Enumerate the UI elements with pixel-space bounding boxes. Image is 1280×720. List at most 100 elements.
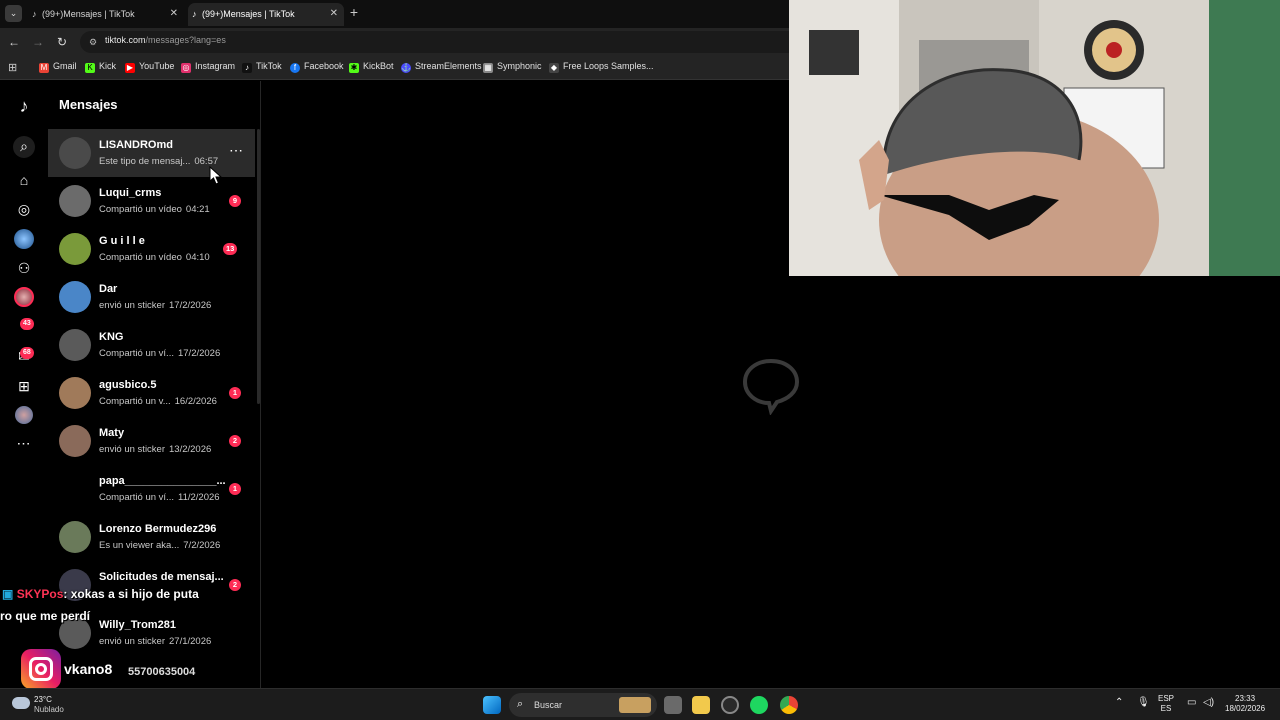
- kick-icon: K: [85, 63, 95, 73]
- clock[interactable]: 23:33 18/02/2026: [1225, 694, 1265, 714]
- webcam-overlay: [789, 0, 1280, 276]
- cloud-weather-icon[interactable]: [12, 697, 30, 709]
- search-icon: ⌕: [517, 698, 524, 710]
- site-info-icon[interactable]: ⚙: [87, 36, 99, 48]
- microphone-icon[interactable]: 🎙: [1137, 698, 1150, 708]
- conversation-time: 16/2/2026: [174, 396, 217, 407]
- conversation-preview: Compartió un v... 16/2/2026: [99, 396, 217, 407]
- url-text: tiktok.com/messages?lang=es: [105, 35, 226, 45]
- bookmark-youtube[interactable]: ▶ YouTube: [125, 61, 174, 73]
- conversation-item[interactable]: Solicitudes de mensaj... 2: [48, 561, 255, 609]
- chat-badge-icon: ▣: [2, 587, 14, 601]
- conversation-preview: Este tipo de mensaj... 06:57: [99, 156, 219, 167]
- language-indicator[interactable]: ESP ES: [1158, 694, 1174, 714]
- conversation-time: 17/2/2026: [169, 300, 212, 311]
- bookmark-instagram[interactable]: ◎ Instagram: [181, 61, 235, 73]
- home-icon[interactable]: ⌂: [14, 170, 34, 190]
- tab-title: (99+)Mensajes | TikTok: [202, 9, 295, 19]
- live-avatar-icon[interactable]: [14, 229, 34, 249]
- conversation-preview: Compartió un vídeo 04:21: [99, 204, 210, 215]
- conversation-item[interactable]: Dar envió un sticker 17/2/2026: [48, 273, 255, 321]
- conversation-time: 27/1/2026: [169, 636, 212, 647]
- file-explorer-icon[interactable]: [692, 696, 710, 714]
- conversation-name: G u i l l e: [99, 235, 145, 247]
- tiktok-icon: ♪: [242, 63, 252, 73]
- bookmark-gmail[interactable]: M Gmail: [39, 61, 77, 73]
- conversation-item[interactable]: agusbico.5 Compartió un v... 16/2/2026 1: [48, 369, 255, 417]
- weather-description: Nublado: [34, 705, 64, 714]
- conversation-preview: Es un viewer aka... 7/2/2026: [99, 540, 221, 551]
- back-icon[interactable]: ←: [6, 34, 22, 50]
- profile-avatar-icon[interactable]: [15, 406, 33, 424]
- spotify-icon[interactable]: [750, 696, 768, 714]
- apps-grid-icon[interactable]: ⊞: [8, 61, 17, 74]
- unread-count-badge: 2: [229, 435, 241, 447]
- conversation-preview: Compartió un ví... 11/2/2026: [99, 492, 220, 503]
- activity-badge: 43: [20, 318, 34, 330]
- volume-icon[interactable]: ◁): [1203, 698, 1214, 708]
- avatar: [59, 377, 91, 409]
- webcam-feed-image: [789, 0, 1280, 276]
- task-view-icon[interactable]: [664, 696, 682, 714]
- reload-icon[interactable]: ↻: [54, 34, 70, 50]
- new-tab-button[interactable]: +: [346, 4, 362, 20]
- chat-overlay-line-2: ro que me perdí: [0, 609, 91, 623]
- unread-count-badge: 2: [229, 579, 241, 591]
- forward-icon[interactable]: →: [30, 34, 46, 50]
- conversation-time: 04:10: [185, 252, 210, 263]
- tab-list-button[interactable]: ⌄: [5, 5, 22, 22]
- conversation-item[interactable]: Luqui_crms Compartió un vídeo 04:21 9: [48, 177, 255, 225]
- conversation-item[interactable]: LISANDROmd Este tipo de mensaj... 06:57 ⋯: [48, 129, 255, 177]
- tab-messages-2[interactable]: ♪ (99+)Mensajes | TikTok ✕: [188, 3, 344, 26]
- bookmark-freeloops[interactable]: ◆ Free Loops Samples...: [549, 61, 654, 73]
- unread-count-badge: 1: [229, 483, 241, 495]
- conversation-name: agusbico.5: [99, 379, 157, 391]
- conversation-preview: envió un sticker 27/1/2026: [99, 636, 212, 647]
- unread-count-badge: 1: [229, 387, 241, 399]
- conversation-item[interactable]: G u i l l e Compartió un vídeo 04:10 13: [48, 225, 255, 273]
- close-tab-icon[interactable]: ✕: [330, 3, 338, 25]
- conversation-name: Maty: [99, 427, 125, 439]
- search-icon[interactable]: ⌕: [13, 136, 35, 158]
- tiktok-favicon-icon: ♪: [192, 9, 197, 19]
- conversation-preview: Compartió un ví... 17/2/2026: [99, 348, 221, 359]
- conversation-time: 7/2/2026: [183, 540, 221, 551]
- network-icon[interactable]: ▭: [1187, 698, 1196, 708]
- bookmark-kick[interactable]: K Kick: [85, 61, 116, 73]
- tab-messages-1[interactable]: ♪ (99+)Mensajes | TikTok ✕: [28, 3, 184, 26]
- chrome-icon[interactable]: [780, 696, 798, 714]
- bookmark-tiktok[interactable]: ♪ TikTok: [242, 61, 282, 73]
- tray-expand-icon[interactable]: ⌃: [1115, 698, 1123, 708]
- following-icon[interactable]: ⚇: [14, 258, 34, 278]
- facebook-icon: f: [290, 63, 300, 73]
- tab-title: (99+)Mensajes | TikTok: [42, 9, 135, 19]
- conversation-preview: Compartió un vídeo 04:10: [99, 252, 210, 263]
- bookmark-facebook[interactable]: f Facebook: [290, 61, 344, 73]
- conversation-scrollbar[interactable]: [257, 129, 260, 404]
- app-icon[interactable]: [721, 696, 739, 714]
- conversation-name: Solicitudes de mensaj...: [99, 571, 224, 583]
- overlay-phone-text: 55700635004: [128, 666, 196, 678]
- explore-icon[interactable]: ◎: [14, 199, 34, 219]
- bookmark-kickbot[interactable]: ✱ KickBot: [349, 61, 394, 73]
- taskbar-search[interactable]: ⌕ Buscar: [509, 693, 657, 717]
- close-tab-icon[interactable]: ✕: [170, 3, 178, 25]
- conversation-item[interactable]: Lorenzo Bermudez296 Es un viewer aka... 7/…: [48, 513, 255, 561]
- search-placeholder: Buscar: [534, 700, 563, 710]
- avatar: [59, 233, 91, 265]
- bookmark-symphonic[interactable]: ▦ Symphonic: [483, 61, 542, 73]
- more-icon[interactable]: ⋯: [14, 433, 34, 453]
- more-options-icon[interactable]: ⋯: [229, 142, 244, 159]
- empty-chat-bubble-icon: [742, 358, 800, 415]
- chat-overlay-line: ▣ SKYPos: xokas a si hijo de puta: [2, 587, 199, 601]
- start-windows-icon[interactable]: [483, 696, 501, 714]
- tiktok-logo-icon[interactable]: ♪: [14, 96, 34, 116]
- upload-icon[interactable]: ⊞: [14, 376, 34, 396]
- bookmark-streamelements[interactable]: ⚓ StreamElements: [401, 61, 482, 73]
- conversation-name: Dar: [99, 283, 118, 295]
- conversation-item[interactable]: KNG Compartió un ví... 17/2/2026: [48, 321, 255, 369]
- friends-avatar-icon[interactable]: [14, 287, 34, 307]
- conversation-item[interactable]: Maty envió un sticker 13/2/2026 2: [48, 417, 255, 465]
- avatar: [59, 425, 91, 457]
- conversation-item[interactable]: papa_______________... Compartió un ví...…: [48, 465, 255, 513]
